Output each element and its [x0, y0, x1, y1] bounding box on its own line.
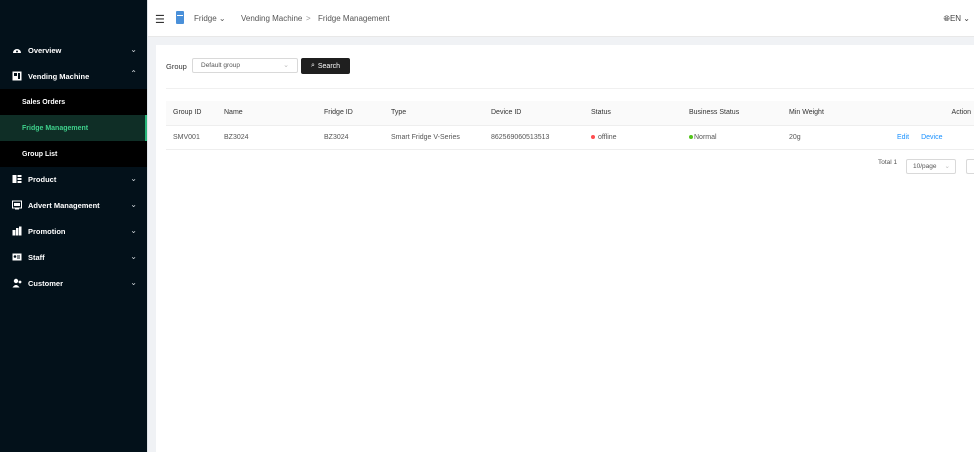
fridge-table: Group ID Name Fridge ID Type Device ID S… [166, 101, 974, 150]
sidebar-item-advert-management[interactable]: Advert Management ⌄ [0, 192, 147, 218]
edit-link[interactable]: Edit [897, 134, 909, 141]
sidebar-subitem-sales-orders[interactable]: Sales Orders [0, 89, 147, 115]
column-header: Group ID [166, 101, 217, 126]
business-status-text: Normal [694, 133, 717, 141]
chevron-down-icon: ⌄ [130, 226, 137, 235]
menu-toggle-icon[interactable]: ☰ [155, 13, 165, 26]
staff-icon [12, 252, 22, 262]
table-header-row: Group ID Name Fridge ID Type Device ID S… [166, 101, 974, 126]
chevron-down-icon: ⌄ [283, 62, 289, 69]
search-button-label: Search [317, 62, 341, 70]
cell-actions: Edit Device [877, 125, 974, 150]
cell-status: offline [584, 125, 682, 150]
cell-type: Smart Fridge V-Series [384, 125, 484, 150]
table-row: SMV001 BZ3024 BZ3024 Smart Fridge V-Seri… [166, 125, 974, 150]
promotion-icon [12, 226, 22, 236]
chevron-down-icon: ⌄ [218, 14, 226, 23]
chevron-up-icon: ⌃ [130, 69, 137, 78]
chevron-down-icon: ⌄ [130, 278, 137, 287]
sidebar-item-promotion[interactable]: Promotion ⌄ [0, 218, 147, 244]
sidebar-divider [147, 0, 148, 452]
breadcrumb-root-label: Fridge [194, 14, 217, 23]
sidebar-item-overview[interactable]: Overview ⌄ [0, 37, 147, 63]
group-filter-label: Group [166, 62, 187, 71]
chevron-down-icon: ⌄ [130, 200, 137, 209]
sidebar-item-label: Customer [28, 278, 64, 288]
chevron-down-icon: ⌄ [944, 163, 950, 170]
language-switcher[interactable]: 🌐︎EN ⌄ [944, 14, 970, 24]
sidebar-subitem-label: Group List [22, 150, 58, 158]
search-button[interactable]: ⌕ Search [301, 58, 350, 74]
pagination-total: Total 1 [878, 159, 898, 166]
chevron-down-icon: ⌄ [130, 45, 137, 54]
sidebar-item-label: Product [28, 174, 57, 184]
breadcrumb-section[interactable]: Vending Machine [241, 14, 302, 23]
cell-business-status: Normal [682, 125, 782, 150]
status-text: offline [598, 133, 617, 141]
sidebar-subitem-label: Sales Orders [22, 98, 66, 106]
language-label: EN [949, 14, 962, 23]
status-dot-offline [591, 134, 595, 139]
chevron-down-icon: ⌄ [130, 252, 137, 261]
sidebar-item-label: Promotion [28, 226, 66, 236]
dashboard-icon [12, 45, 22, 55]
sidebar-logo-area [0, 0, 147, 37]
sidebar-item-vending-machine[interactable]: Vending Machine ⌃ [0, 63, 147, 89]
column-header: Action [877, 101, 974, 126]
sidebar-item-product[interactable]: Product ⌄ [0, 166, 147, 192]
cell-name: BZ3024 [217, 125, 317, 150]
cell-device-id: 862569060513513 [484, 125, 584, 150]
chevron-down-icon: ⌄ [130, 174, 137, 183]
cell-fridge-id: BZ3024 [317, 125, 384, 150]
column-header: Type [384, 101, 484, 126]
group-select-value: Default group [201, 62, 241, 69]
column-header: Status [584, 101, 682, 126]
status-dot-normal [689, 134, 693, 139]
breadcrumb-root[interactable]: Fridge ⌄ [194, 14, 226, 23]
pagination-box[interactable] [966, 159, 974, 174]
main-panel: Group Default group ⌄ ⌕ Search Group ID … [156, 45, 974, 452]
sidebar-item-customer[interactable]: Customer ⌄ [0, 270, 147, 296]
customer-icon [12, 278, 22, 288]
column-header: Device ID [484, 101, 584, 126]
column-header: Name [217, 101, 317, 126]
column-header: Business Status [682, 101, 782, 126]
page-size-select[interactable]: 10/page ⌄ [906, 159, 956, 174]
sidebar-subitem-group-list[interactable]: Group List [0, 141, 147, 167]
sidebar-item-staff[interactable]: Staff ⌄ [0, 244, 147, 270]
breadcrumb-separator: > [306, 14, 311, 23]
breadcrumb-current: Fridge Management [318, 14, 390, 23]
column-header: Min Weight [782, 101, 877, 126]
column-header: Fridge ID [317, 101, 384, 126]
advert-icon [12, 200, 22, 210]
top-header: ☰ Fridge ⌄ Vending Machine > Fridge Mana… [148, 0, 974, 37]
vending-machine-icon [12, 71, 22, 81]
sidebar-subitem-label: Fridge Management [22, 124, 89, 132]
sidebar-subitem-fridge-management[interactable]: Fridge Management [0, 115, 147, 141]
search-icon: ⌕ [310, 62, 315, 69]
fridge-icon [176, 11, 184, 24]
sidebar-item-label: Vending Machine [28, 71, 90, 81]
device-link[interactable]: Device [921, 134, 942, 141]
sidebar: Overview ⌄ Vending Machine ⌃ Sales Order… [0, 0, 147, 452]
sidebar-item-label: Staff [28, 252, 45, 262]
cell-group-id: SMV001 [166, 125, 217, 150]
chevron-down-icon: ⌄ [961, 14, 970, 23]
sidebar-item-label: Advert Management [28, 200, 100, 210]
page-size-value: 10/page [913, 163, 937, 170]
sidebar-item-label: Overview [28, 45, 62, 55]
filter-divider [166, 88, 974, 89]
cell-min-weight: 20g [782, 125, 877, 150]
product-icon [12, 174, 22, 184]
group-select[interactable]: Default group ⌄ [192, 58, 298, 73]
